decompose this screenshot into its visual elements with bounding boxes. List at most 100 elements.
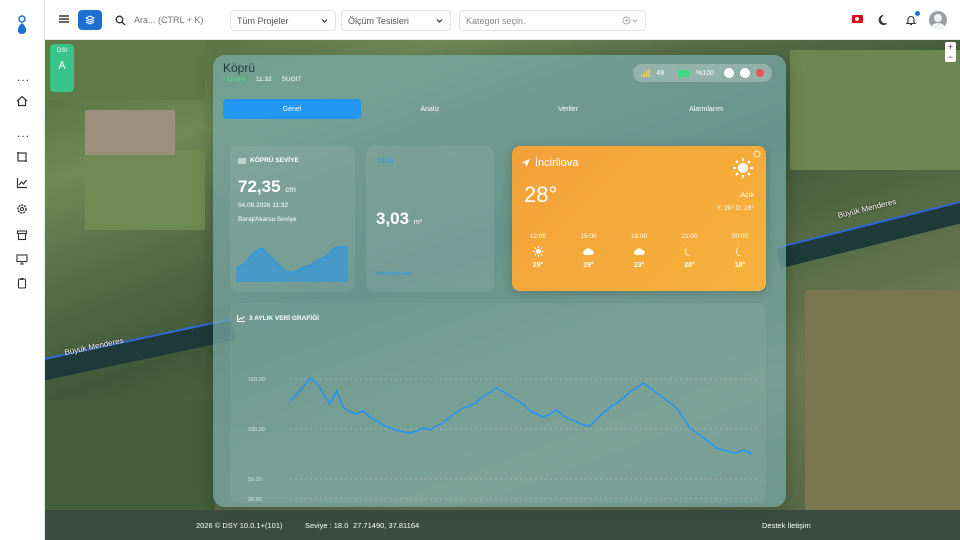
forecast-hour: 21:00 20°	[672, 233, 708, 269]
archive-icon[interactable]	[12, 225, 32, 245]
logo-icon[interactable]	[13, 14, 31, 36]
level-value-row: 72,35 cm	[238, 177, 296, 197]
user-avatar[interactable]	[929, 11, 947, 29]
chevron-down-icon	[321, 19, 328, 23]
flow-value: 3,03	[376, 209, 410, 228]
facility-select[interactable]: Ölçüm Tesisleri	[341, 10, 451, 31]
clear-icon[interactable]	[622, 16, 631, 25]
panel-tabs: Genel Analiz Veriler Alarmlarım	[223, 99, 775, 119]
signal-strength-icon	[641, 69, 651, 77]
support-link[interactable]: Destek İletişim	[762, 521, 811, 530]
map-field	[85, 150, 205, 230]
language-flag-icon[interactable]	[852, 15, 863, 23]
level-card-header: KÖPRÜ SEVİYE	[238, 157, 299, 164]
project-select[interactable]: Tüm Projeler	[230, 10, 336, 31]
layers-icon	[85, 15, 95, 25]
flow-card[interactable]: DEBİ 3,03 m³ Anlık Akış Hızı	[366, 146, 494, 292]
menu-icon[interactable]	[57, 12, 71, 26]
search-input[interactable]	[134, 15, 214, 25]
station-code: SUGI7	[281, 76, 302, 83]
forecast-hour: 12:00 29°	[520, 233, 556, 269]
station-marker[interactable]: DSI	[50, 44, 74, 92]
series-end-point	[748, 451, 752, 455]
level-card[interactable]: KÖPRÜ SEVİYE 72,35 cm 04.09.2026 11:32 B…	[230, 146, 355, 292]
device-icon[interactable]	[724, 68, 734, 78]
chevron-down-icon	[436, 19, 443, 23]
zoom-out-button[interactable]: −	[945, 52, 956, 62]
y-tick-label: 50.00	[248, 477, 262, 483]
y-tick-label: 30.00	[248, 497, 262, 503]
sun-icon	[532, 246, 544, 257]
moon-icon	[684, 247, 692, 256]
level-value: 72,35	[238, 177, 281, 196]
map-buildings	[85, 110, 175, 155]
notification-bell-icon[interactable]	[902, 11, 920, 29]
hourly-forecast: 12:00 29° 15:00 29° 18:00 23° 21:00 20° …	[520, 233, 758, 269]
coordinates-readout: 27.71490, 37.81164	[353, 521, 420, 530]
forecast-time: 12:00	[529, 233, 547, 240]
level-readout: Seviye : 18.0	[305, 521, 349, 530]
forecast-hour: 15:00 29°	[571, 233, 607, 269]
weather-location: İncirliova	[522, 157, 578, 169]
settings-icon[interactable]	[12, 199, 32, 219]
forecast-temp: 20°	[684, 262, 695, 269]
flow-subtitle: Anlık Akış Hızı	[376, 271, 412, 277]
more-icon[interactable]: ...	[17, 126, 30, 140]
crop-icon[interactable]	[12, 147, 32, 167]
forecast-temp: 29°	[583, 262, 594, 269]
river-label: Büyük Menderes	[836, 196, 898, 221]
station-detail-panel: Köprü • Online 11:32 SUGI7 48 %100 Genel…	[213, 55, 786, 507]
forecast-time: 15:00	[580, 233, 597, 240]
weather-settings-icon[interactable]	[753, 150, 761, 158]
tab-genel[interactable]: Genel	[223, 99, 361, 119]
level-card-title: KÖPRÜ SEVİYE	[250, 157, 299, 164]
moon-icon	[735, 247, 742, 256]
location-arrow-icon	[522, 159, 530, 167]
station-label: DSI	[56, 48, 67, 54]
project-select-value: Tüm Projeler	[237, 15, 289, 26]
line-chart[interactable]: 150.00 100.00 50.00 30.00	[230, 331, 766, 503]
more-icon[interactable]: ...	[17, 70, 30, 84]
level-sparkline	[236, 245, 348, 282]
category-select[interactable]: Kategori seçin.	[459, 10, 646, 31]
forecast-time: 18:00	[630, 233, 648, 240]
category-placeholder: Kategori seçin.	[466, 15, 526, 26]
tab-alarmlarim[interactable]: Alarmlarım	[637, 99, 775, 119]
zoom-control[interactable]: + −	[945, 42, 956, 62]
tab-veriler[interactable]: Veriler	[499, 99, 637, 119]
flow-card-title: DEBİ	[378, 158, 394, 165]
tab-analiz[interactable]: Analiz	[361, 99, 499, 119]
zoom-in-button[interactable]: +	[945, 42, 956, 52]
forecast-temp: 23°	[633, 262, 645, 269]
dark-mode-icon[interactable]	[875, 11, 893, 29]
cloud-icon	[633, 248, 645, 255]
chart-icon[interactable]	[12, 173, 32, 193]
top-bar: Tüm Projeler Ölçüm Tesisleri Kategori se…	[45, 0, 960, 40]
level-unit: cm	[285, 185, 296, 194]
flow-value-row: 3,03 m³	[376, 209, 422, 229]
footer: 2026 © DSY 10.0.1+(101) Seviye : 18.0 27…	[45, 510, 960, 540]
home-icon[interactable]	[12, 91, 32, 111]
station-title: Köprü	[223, 61, 256, 75]
search-icon	[115, 15, 126, 25]
thermometer-icon[interactable]	[740, 68, 750, 78]
y-tick-label: 150.00	[248, 377, 265, 383]
monitor-icon[interactable]	[12, 249, 32, 269]
chart-header: 3 AYLIK VERİ GRAFİĞİ	[237, 315, 319, 322]
forecast-hour: 00:00 18°	[722, 233, 758, 269]
weather-temperature: 28°	[524, 182, 558, 207]
online-status: • Online	[223, 76, 246, 83]
weather-card[interactable]: İncirliova 28° Açık Y: 28° D: 28° 12:00 …	[512, 146, 766, 291]
layers-button[interactable]	[78, 10, 102, 30]
series-line	[289, 376, 751, 454]
notification-badge	[915, 11, 920, 16]
search-box[interactable]	[115, 10, 221, 30]
alarm-indicator-icon[interactable]	[756, 69, 764, 77]
weather-location-name: İncirliova	[535, 157, 579, 169]
forecast-hour: 18:00 23°	[621, 233, 657, 269]
facility-select-value: Ölçüm Tesisleri	[348, 15, 409, 26]
signal-tower-icon	[58, 60, 66, 70]
clipboard-icon[interactable]	[12, 273, 32, 293]
bars-icon	[238, 158, 246, 163]
sun-icon	[733, 158, 753, 178]
